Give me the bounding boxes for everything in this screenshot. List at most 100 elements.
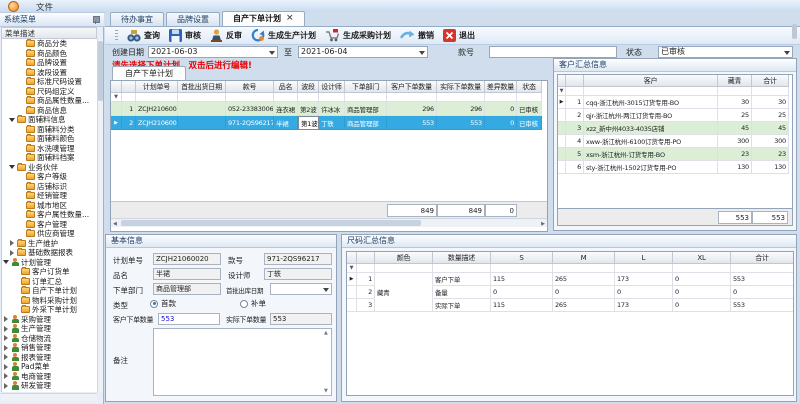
column-header[interactable]: S xyxy=(491,252,553,264)
expand-arrow-icon[interactable] xyxy=(3,354,9,360)
generate-purchase-plan-button[interactable]: 生成采购计划 xyxy=(325,29,391,42)
column-header[interactable]: 合计 xyxy=(731,252,794,264)
scroll-down-icon[interactable]: ▼ xyxy=(324,388,328,394)
column-header[interactable]: 颜色 xyxy=(375,252,433,264)
table-row[interactable]: 1 cqq-浙江杭州-3015订货专用-BO 30 30 xyxy=(558,96,792,109)
expand-arrow-icon[interactable] xyxy=(9,250,15,256)
sidebar-item-product-color[interactable]: 商品颜色 xyxy=(2,49,97,59)
column-header[interactable]: 状态 xyxy=(517,81,542,93)
expand-arrow-icon[interactable] xyxy=(3,326,9,332)
column-header[interactable]: 设计师 xyxy=(319,81,345,93)
style-no-field[interactable]: 971-2QS96217 xyxy=(264,253,332,265)
sidebar-item-washlabel[interactable]: 水洗唛管理 xyxy=(2,144,97,154)
sidebar-hscrollbar[interactable] xyxy=(1,393,97,401)
filter-icon[interactable] xyxy=(347,264,357,273)
remark-textarea[interactable] xyxy=(153,328,332,396)
sidebar-item-distribution[interactable]: 经销管理 xyxy=(2,191,97,201)
undo-button[interactable]: 撤销 xyxy=(400,30,434,41)
sidebar-item-supplier-mgmt[interactable]: 供应商管理 xyxy=(2,229,97,239)
product-name-field[interactable]: 半裙 xyxy=(153,268,221,280)
column-header[interactable]: 计划单号 xyxy=(136,81,178,93)
sidebar-item-fabric-category[interactable]: 面辅料分类 xyxy=(2,125,97,135)
sidebar-item-shop-mark[interactable]: 店铺标识 xyxy=(2,182,97,192)
sidebar-item-ecommerce-mgmt[interactable]: 电商管理 xyxy=(2,372,97,382)
filter-icon[interactable] xyxy=(111,93,122,102)
query-button[interactable]: 查询 xyxy=(127,30,160,42)
column-header[interactable]: 客户 xyxy=(584,75,718,87)
expand-arrow-icon[interactable] xyxy=(9,240,15,246)
table-row[interactable]: 3 xzz_新中州4033-4035店铺 45 45 xyxy=(558,122,792,135)
scroll-left-icon[interactable]: ◀ xyxy=(113,221,117,227)
table-row-selected[interactable]: 2 ZCJH21060020 971-2QS96217 半裙 第1波 丁轶 商品… xyxy=(111,116,547,130)
table-row[interactable]: 1 客户下单 115 265 173 0 553 xyxy=(347,273,793,286)
close-icon[interactable] xyxy=(286,15,294,23)
sidebar-item-fabric-info[interactable]: 面辅料信息 xyxy=(2,115,97,125)
sidebar-item-production-maint[interactable]: 生产维护 xyxy=(2,239,97,249)
sidebar-item-product-category[interactable]: 商品分类 xyxy=(2,39,97,49)
sidebar-item-business-partner[interactable]: 业务伙伴 xyxy=(2,163,97,173)
column-header[interactable]: 款号 xyxy=(226,81,274,93)
sidebar-item-customer-mgmt[interactable]: 客户管理 xyxy=(2,220,97,230)
tab-self-order-plan[interactable]: 自产下单计划 xyxy=(222,11,305,26)
sidebar-item-wave-setting[interactable]: 波段设置 xyxy=(2,68,97,78)
radio-reorder[interactable]: 补单 xyxy=(240,298,266,309)
column-header[interactable]: 首批出货日期 xyxy=(178,81,226,93)
generate-production-plan-button[interactable]: 生成生产计划 xyxy=(251,29,316,42)
exit-button[interactable]: 退出 xyxy=(443,29,475,42)
scrollbar-thumb[interactable] xyxy=(121,220,421,226)
sidebar-item-sales-mgmt[interactable]: 销售管理 xyxy=(2,343,97,353)
sidebar-item-customer-attr[interactable]: 客户属性数量... xyxy=(2,210,97,220)
column-header[interactable]: 波段 xyxy=(298,81,319,93)
grid-hscrollbar[interactable]: ◀ ▶ xyxy=(111,218,547,227)
sidebar-item-brand-setting[interactable]: 品牌设置 xyxy=(2,58,97,68)
table-row[interactable]: 1 ZCJH21060024 052-23383006-1 连衣裙 第2波 许冰… xyxy=(111,102,547,116)
scrollbar-thumb[interactable] xyxy=(792,24,797,39)
sidebar-item-plan-mgmt[interactable]: 计划管理 xyxy=(2,258,97,268)
sidebar-item-warehouse-logistics[interactable]: 仓储物流 xyxy=(2,334,97,344)
pin-icon[interactable] xyxy=(92,16,99,24)
expand-arrow-icon[interactable] xyxy=(3,383,9,389)
sidebar-item-product-info[interactable]: 商品信息 xyxy=(2,106,97,116)
sidebar-item-order-summary[interactable]: 订单汇总 xyxy=(2,277,97,287)
grid-filter-row[interactable] xyxy=(347,264,793,273)
column-header[interactable]: 数量描述 xyxy=(433,252,491,264)
sidebar-scrollbar[interactable] xyxy=(97,39,103,392)
table-row[interactable]: 6 sty-浙江杭州-1502订货专用-PO 130 130 xyxy=(558,161,792,174)
column-header[interactable]: XL xyxy=(673,252,731,264)
sidebar-item-self-order-plan[interactable]: 自产下单计划 xyxy=(2,286,97,296)
app-logo-icon[interactable] xyxy=(8,1,19,12)
sidebar-item-purchase-mgmt[interactable]: 采购管理 xyxy=(2,315,97,325)
table-row[interactable]: 4 xww-浙江杭州-6100订货专用-PO 300 300 xyxy=(558,135,792,148)
column-header[interactable]: L xyxy=(615,252,673,264)
column-header[interactable]: 实际下单数量 xyxy=(437,81,485,93)
date-from-combo[interactable]: 2021-06-03 xyxy=(148,46,278,58)
first-out-date-combo[interactable] xyxy=(270,283,332,295)
style-no-input[interactable] xyxy=(489,46,617,58)
sidebar-item-report-mgmt[interactable]: 报表管理 xyxy=(2,353,97,363)
radio-first-style[interactable]: 首款 xyxy=(150,298,176,309)
filter-icon[interactable] xyxy=(558,87,566,96)
scrollbar-thumb[interactable] xyxy=(98,41,103,101)
date-to-combo[interactable]: 2021-06-04 xyxy=(298,46,428,58)
cell-wave-editing[interactable]: 第1波 xyxy=(298,116,319,130)
column-header[interactable]: 客户下单数量 xyxy=(387,81,437,93)
sidebar-item-material-purchase-plan[interactable]: 物料采购计划 xyxy=(2,296,97,306)
expand-arrow-icon[interactable] xyxy=(3,373,9,379)
expand-arrow-icon[interactable] xyxy=(3,335,9,341)
table-row[interactable]: 2 qjr-浙江杭州-两江订货专用-BO 25 25 xyxy=(558,109,792,122)
menu-file[interactable]: 文件 xyxy=(36,1,53,13)
column-header[interactable]: 下单部门 xyxy=(345,81,387,93)
sidebar-item-customer-order[interactable]: 客户订货单 xyxy=(2,267,97,277)
table-row[interactable]: 3 实际下单 115 265 173 0 553 xyxy=(347,299,793,312)
grid-filter-row[interactable] xyxy=(111,93,547,102)
sidebar-item-pad-menu[interactable]: Pad菜单 xyxy=(2,362,97,372)
column-header[interactable]: 藏青 xyxy=(718,75,752,87)
designer-field[interactable]: 丁轶 xyxy=(264,268,332,280)
column-header[interactable]: 品名 xyxy=(274,81,298,93)
sidebar-item-size-standard[interactable]: 标准尺码设置 xyxy=(2,77,97,87)
tab-todo[interactable]: 待办事宜 xyxy=(110,12,164,26)
expand-arrow-icon[interactable] xyxy=(3,345,9,351)
expand-arrow-icon[interactable] xyxy=(3,364,9,370)
scroll-right-icon[interactable]: ▶ xyxy=(541,221,545,227)
column-header[interactable]: 合计 xyxy=(752,75,789,87)
